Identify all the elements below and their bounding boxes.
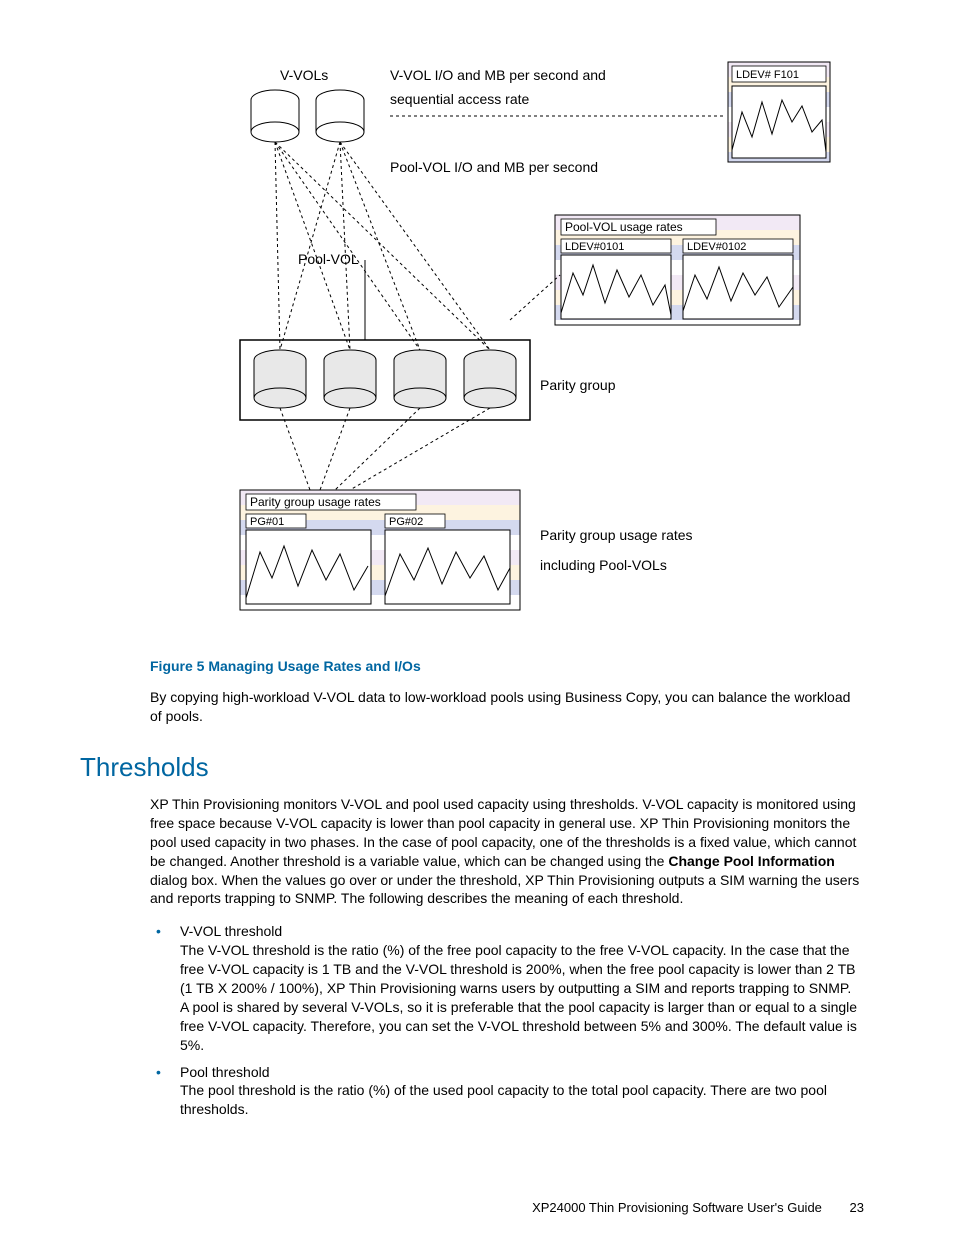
- bullet-body-1: The pool threshold is the ratio (%) of t…: [180, 1082, 827, 1117]
- vvol-io-label-1: V-VOL I/O and MB per second and: [390, 67, 606, 83]
- bullet-body-0: The V-VOL threshold is the ratio (%) of …: [180, 942, 857, 1052]
- pg01: PG#01: [250, 516, 284, 528]
- bullet-title-1: Pool threshold: [180, 1064, 270, 1080]
- vvol-cylinder-1: [251, 90, 299, 142]
- thresholds-intro-after: dialog box. When the values go over or u…: [150, 872, 859, 907]
- footer-page-number: 23: [850, 1199, 864, 1217]
- bullet-title-0: V-VOL threshold: [180, 923, 282, 939]
- section-heading-thresholds: Thresholds: [80, 750, 884, 785]
- figure-caption: Figure 5 Managing Usage Rates and I/Os: [150, 657, 884, 676]
- list-item: V-VOL threshold The V-VOL threshold is t…: [170, 922, 864, 1054]
- bullet-list: V-VOL threshold The V-VOL threshold is t…: [150, 922, 864, 1119]
- vvol-io-label-2: sequential access rate: [390, 91, 530, 107]
- poolvol-cyl-4: [464, 350, 516, 408]
- figure-diagram: V-VOLs V-VOL I/O and MB per second and s…: [150, 60, 884, 645]
- poolvol-usage-label: Pool-VOL usage rates: [565, 220, 683, 234]
- parity-rates-text-1: Parity group usage rates: [540, 527, 693, 543]
- ldev-0102: LDEV#0102: [687, 241, 746, 253]
- poolvol-cyl-1: [254, 350, 306, 408]
- ldev-0101: LDEV#0101: [565, 241, 624, 253]
- page-footer: XP24000 Thin Provisioning Software User'…: [80, 1199, 884, 1217]
- thresholds-bold: Change Pool Information: [668, 853, 834, 869]
- parity-usage-label: Parity group usage rates: [250, 495, 381, 509]
- parity-group-label: Parity group: [540, 377, 616, 393]
- figure-description: By copying high-workload V-VOL data to l…: [150, 688, 864, 726]
- poolvol-cyl-2: [324, 350, 376, 408]
- thresholds-intro: XP Thin Provisioning monitors V-VOL and …: [150, 795, 864, 908]
- footer-title: XP24000 Thin Provisioning Software User'…: [532, 1200, 822, 1215]
- pg02: PG#02: [389, 516, 423, 528]
- poolvol-cyl-3: [394, 350, 446, 408]
- poolvol-label: Pool-VOL: [298, 251, 359, 267]
- vvols-label-text: V-VOLs: [280, 67, 328, 83]
- ldev-f101-label: LDEV# F101: [736, 69, 799, 81]
- poolvol-io-label: Pool-VOL I/O and MB per second: [390, 159, 598, 175]
- list-item: Pool threshold The pool threshold is the…: [170, 1063, 864, 1120]
- parity-rates-text-2: including Pool-VOLs: [540, 557, 667, 573]
- vvol-cylinder-2: [316, 90, 364, 142]
